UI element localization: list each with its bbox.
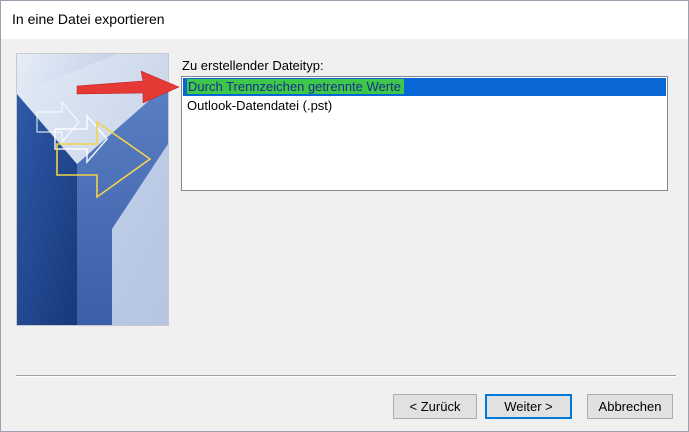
next-button[interactable]: Weiter > <box>485 394 572 419</box>
export-dialog: In eine Datei exportieren Zu erstellende… <box>0 0 689 432</box>
title-bar: In eine Datei exportieren <box>1 1 688 39</box>
file-type-listbox[interactable]: Durch Trennzeichen getrennte Werte Outlo… <box>181 76 668 191</box>
list-item-label: Outlook-Datendatei (.pst) <box>187 98 333 113</box>
list-item-label: Durch Trennzeichen getrennte Werte <box>187 79 404 94</box>
list-item-csv[interactable]: Durch Trennzeichen getrennte Werte <box>183 78 666 96</box>
cancel-button[interactable]: Abbrechen <box>587 394 673 419</box>
separator <box>16 375 676 377</box>
back-button[interactable]: < Zurück <box>393 394 477 419</box>
red-arrow-icon <box>76 70 180 104</box>
file-type-label: Zu erstellender Dateityp: <box>182 58 324 73</box>
dialog-title: In eine Datei exportieren <box>12 11 165 27</box>
list-item-pst[interactable]: Outlook-Datendatei (.pst) <box>183 97 666 115</box>
